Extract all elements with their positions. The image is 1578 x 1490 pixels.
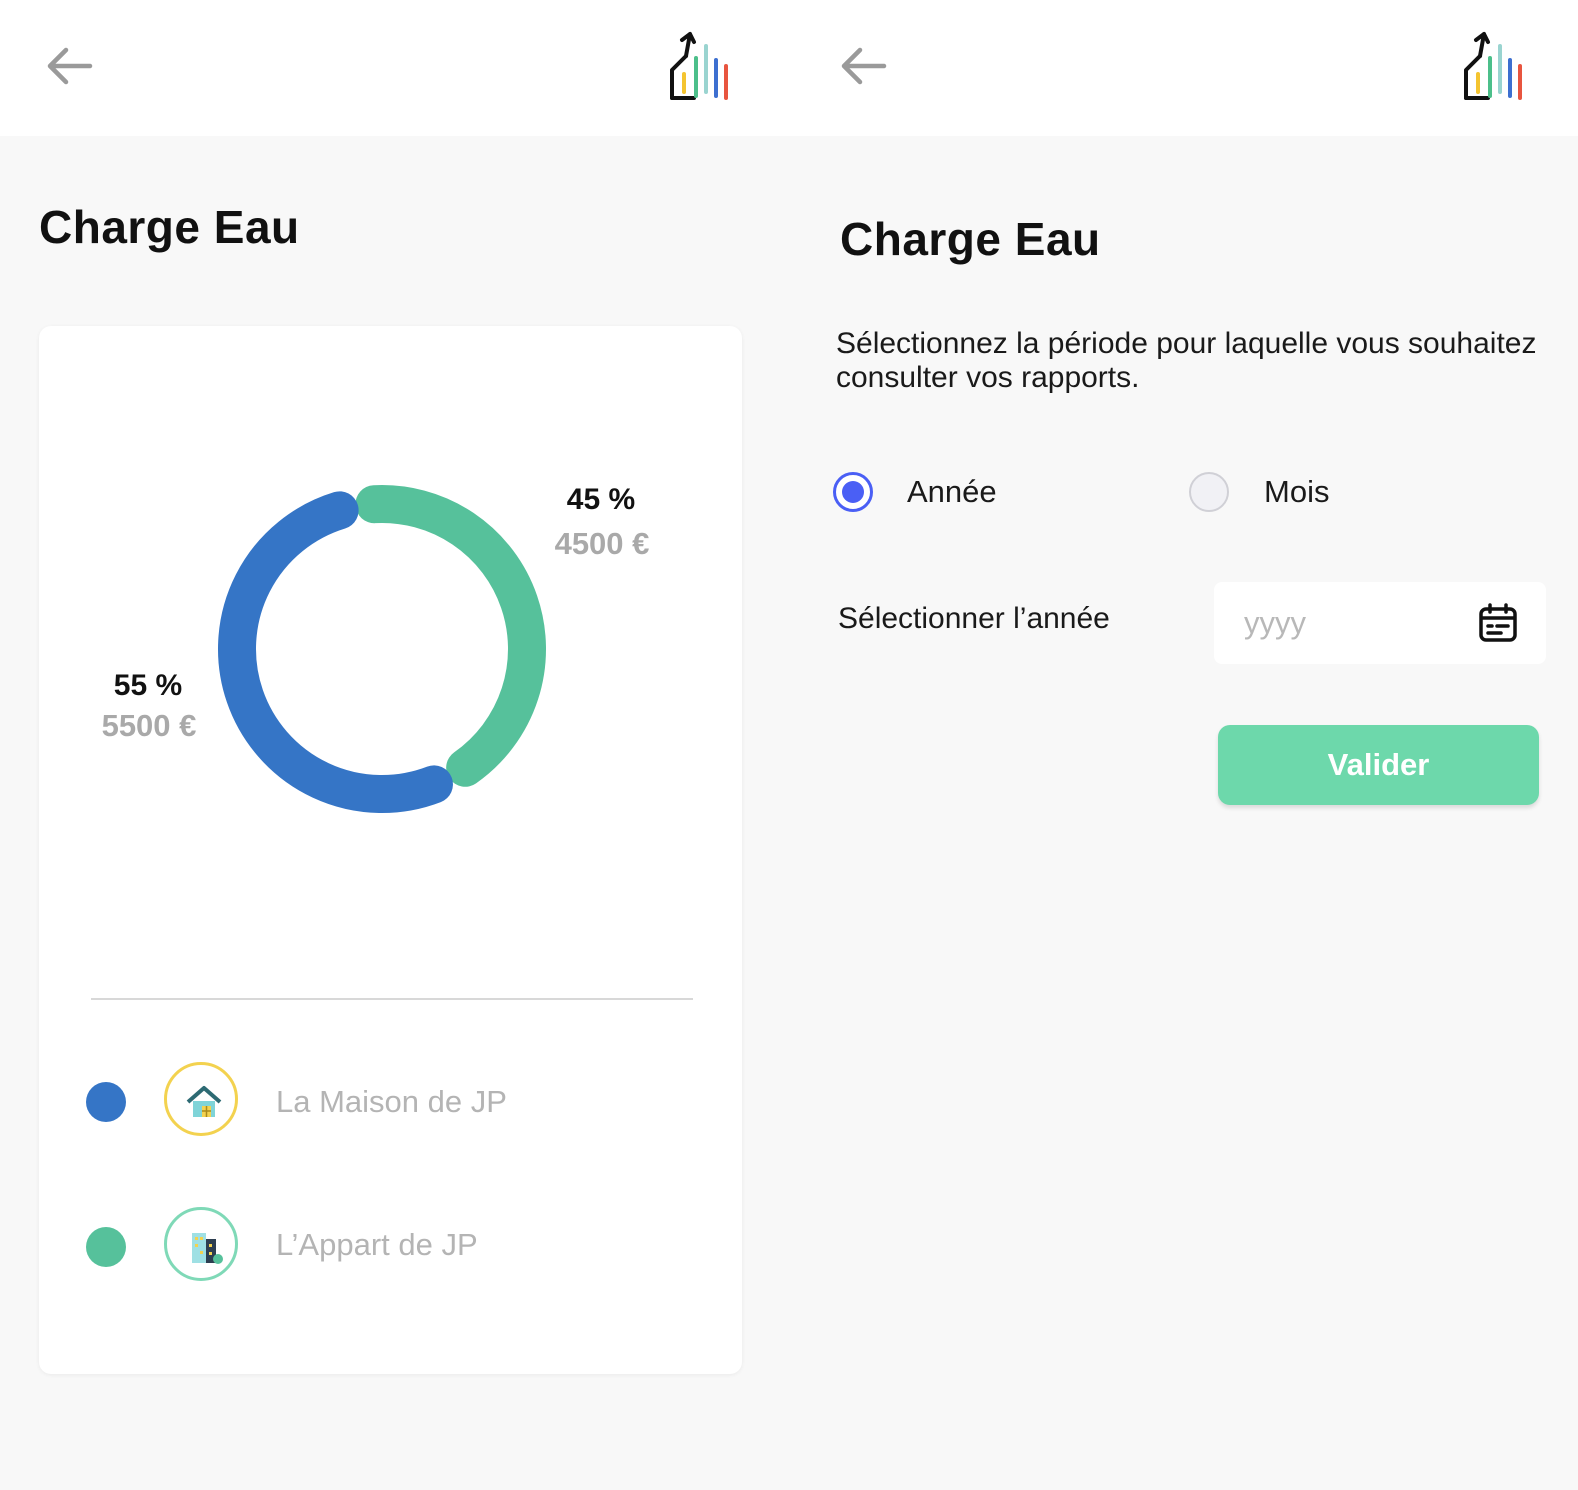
- house-icon: [164, 1062, 238, 1136]
- page-title: Charge Eau: [840, 213, 1101, 265]
- donut-slice: [355, 485, 546, 787]
- legend-dot: [86, 1227, 126, 1267]
- report-chart-screen: Charge Eau 45 % 4500 € 55 % 5500 € La Ma…: [0, 0, 790, 1490]
- year-radio-label[interactable]: Année: [907, 474, 997, 510]
- chart-card: 45 % 4500 € 55 % 5500 € La Maison de JP: [39, 326, 742, 1374]
- slice-percent-label: 55 %: [113, 669, 183, 702]
- legend-label: L’Appart de JP: [276, 1227, 478, 1262]
- year-input[interactable]: [1242, 602, 1466, 644]
- donut-slice: [218, 491, 453, 813]
- app-logo-icon: [660, 26, 740, 106]
- year-field-label: Sélectionner l’année: [838, 602, 1110, 635]
- top-bar: [0, 0, 790, 136]
- donut-chart: [218, 485, 546, 813]
- legend-dot: [86, 1082, 126, 1122]
- period-selection-screen: Charge Eau Sélectionnez la période pour …: [790, 0, 1578, 1490]
- back-arrow-icon[interactable]: [834, 38, 894, 94]
- year-input-box[interactable]: [1214, 582, 1546, 664]
- back-arrow-icon[interactable]: [40, 38, 100, 94]
- slice-percent-label: 45 %: [566, 483, 636, 516]
- app-logo-icon: [1454, 26, 1534, 106]
- calendar-icon[interactable]: [1477, 602, 1519, 644]
- slice-amount-label: 5500 €: [101, 708, 197, 743]
- legend-label: La Maison de JP: [276, 1084, 507, 1119]
- divider: [91, 998, 693, 1000]
- top-bar: [790, 0, 1578, 136]
- page-title: Charge Eau: [39, 201, 300, 253]
- year-radio[interactable]: [833, 472, 873, 512]
- slice-amount-label: 4500 €: [554, 526, 650, 561]
- instructions-text: Sélectionnez la période pour laquelle vo…: [836, 327, 1537, 394]
- month-radio-label[interactable]: Mois: [1264, 474, 1329, 510]
- validate-button[interactable]: Valider: [1218, 725, 1539, 805]
- building-icon: [164, 1207, 238, 1281]
- month-radio[interactable]: [1189, 472, 1229, 512]
